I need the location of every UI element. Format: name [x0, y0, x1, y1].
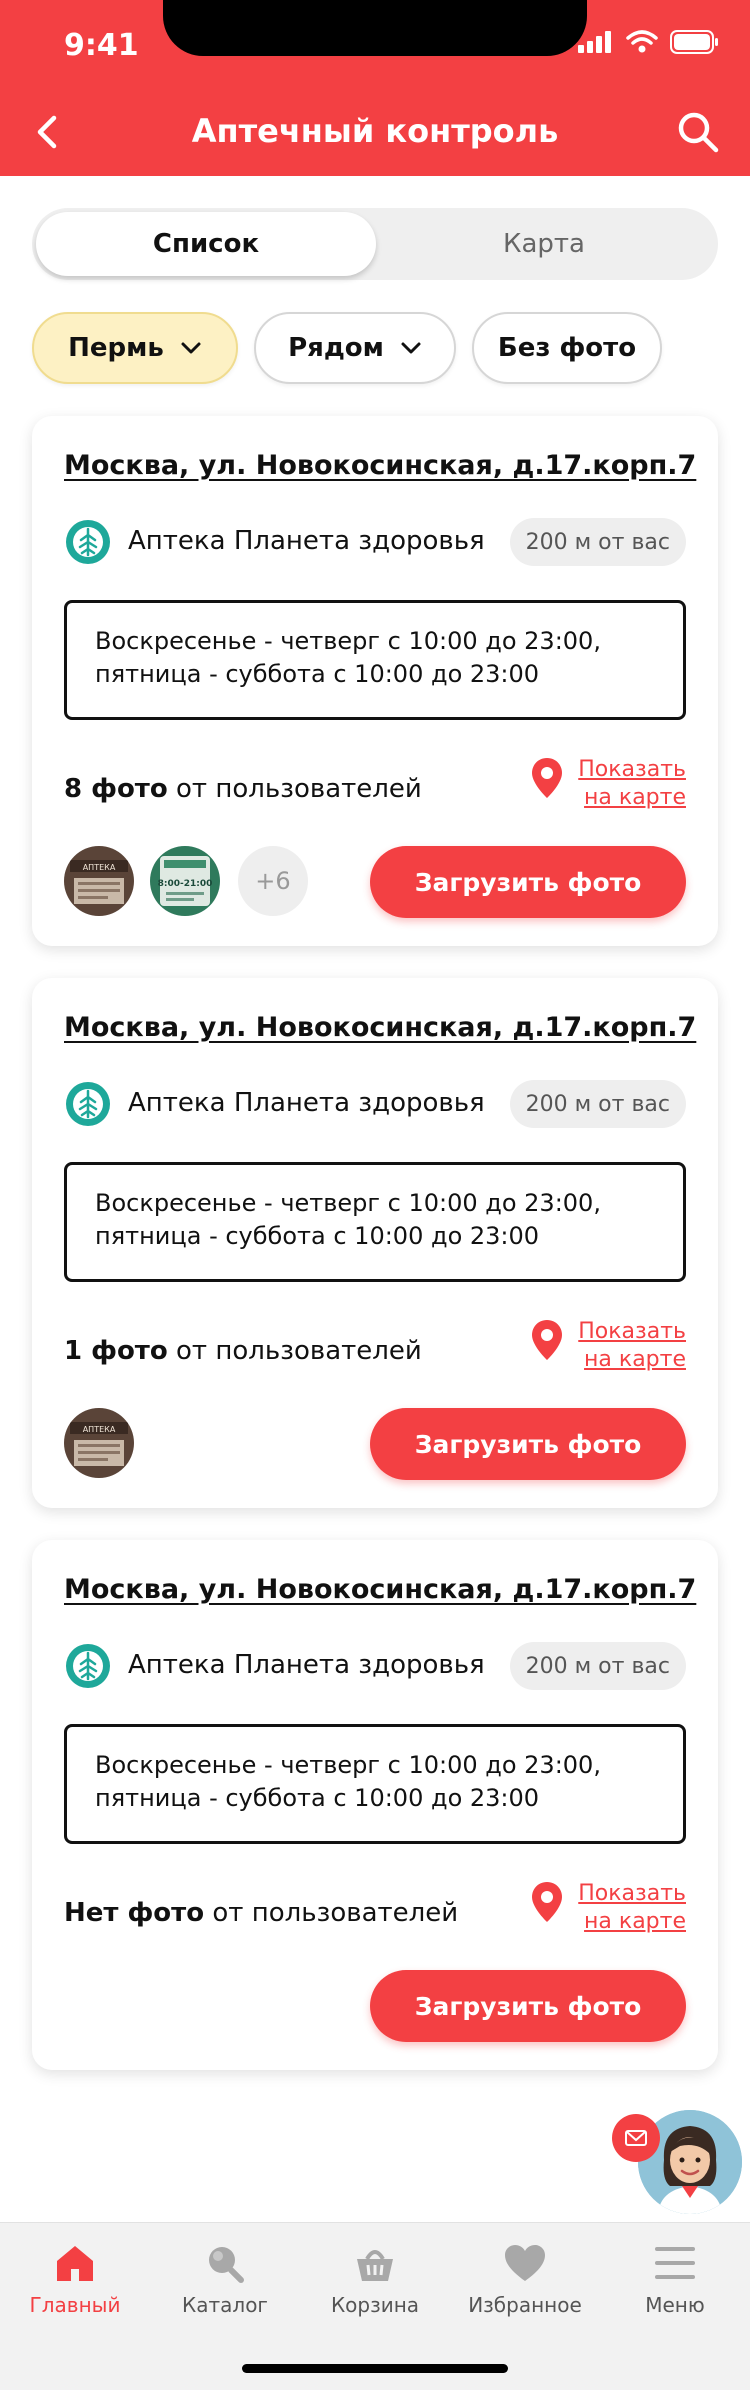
tab-map[interactable]: Карта [374, 212, 714, 276]
user-photo-thumbnail[interactable]: АПТЕКА [64, 1408, 134, 1478]
opening-hours: Воскресенье - четверг с 10:00 до 23:00, … [64, 1724, 686, 1844]
pharmacy-card[interactable]: Москва, ул. Новокосинская, д.17.корп.7 А… [32, 978, 718, 1508]
distance-badge: 200 м от вас [509, 1080, 686, 1128]
photo-sign-text: АПТЕКА [83, 863, 116, 872]
signal-icon [578, 31, 611, 53]
nav-item-cart[interactable]: Корзина [300, 2243, 450, 2317]
filter-city-chip[interactable]: Пермь [32, 312, 238, 384]
upload-photo-button[interactable]: Загрузить фото [370, 1970, 686, 2042]
tab-list[interactable]: Список [36, 212, 376, 276]
home-icon [57, 2246, 93, 2281]
mail-notification-icon[interactable] [612, 2114, 660, 2162]
envelope-icon [625, 2130, 647, 2146]
filter-no-photo-chip[interactable]: Без фото [472, 312, 662, 384]
show-on-map-link[interactable]: Показать на карте [578, 756, 686, 812]
map-pin-icon[interactable] [530, 1318, 564, 1362]
opening-hours: Воскресенье - четверг с 10:00 до 23:00, … [64, 1162, 686, 1282]
basket-icon [357, 2250, 393, 2281]
hours-line: пятница - суббота с 10:00 до 23:00 [95, 1222, 540, 1250]
photo-count-value: 1 фото [64, 1336, 168, 1366]
photo-count: 8 фото от пользователей [64, 774, 422, 804]
user-photo-thumbnail[interactable]: 8:00-21:00 [150, 846, 220, 916]
filter-nearby-chip[interactable]: Рядом [254, 312, 456, 384]
photo-sign-text: АПТЕКА [83, 1425, 116, 1434]
pharmacy-logo-icon [66, 520, 110, 564]
pharmacy-address-link[interactable]: Москва, ул. Новокосинская, д.17.корп.7 [64, 1574, 696, 1605]
pharmacy-card[interactable]: Москва, ул. Новокосинская, д.17.корп.7 А… [32, 416, 718, 946]
pharmacy-logo-icon [66, 1082, 110, 1126]
map-pin-icon[interactable] [530, 1880, 564, 1924]
photo-count-suffix: от пользователей [167, 1336, 422, 1366]
filter-city-label: Пермь [68, 333, 164, 363]
nav-label: Каталог [182, 2293, 268, 2317]
photo-count: 1 фото от пользователей [64, 1336, 422, 1366]
show-on-map-link[interactable]: Показать на карте [578, 1318, 686, 1374]
nav-item-home[interactable]: Главный [0, 2243, 150, 2317]
hours-line: Воскресенье - четверг с 10:00 до 23:00, [95, 1189, 601, 1217]
nav-item-favorites[interactable]: Избранное [450, 2243, 600, 2317]
nav-item-catalog[interactable]: Каталог [150, 2243, 300, 2317]
user-photo-thumbnail[interactable]: АПТЕКА [64, 846, 134, 916]
nav-item-menu[interactable]: Меню [600, 2243, 750, 2317]
photo-pharmacy-sign-image: АПТЕКА [64, 846, 134, 916]
page-title: Аптечный контроль [191, 112, 559, 150]
hours-line: пятница - суббота с 10:00 до 23:00 [95, 1784, 540, 1812]
pharmacy-name: Аптека Планета здоровья [128, 1650, 485, 1680]
chevron-down-icon [181, 342, 201, 354]
distance-badge: 200 м от вас [509, 518, 686, 566]
show-on-map-line: Показать [578, 1319, 686, 1344]
photo-count-suffix: от пользователей [204, 1898, 459, 1928]
photo-count: Нет фото от пользователей [64, 1898, 458, 1928]
show-on-map-line: на карте [584, 785, 686, 810]
upload-photo-button[interactable]: Загрузить фото [370, 846, 686, 918]
chevron-down-icon [401, 342, 421, 354]
pharmacy-card[interactable]: Москва, ул. Новокосинская, д.17.корп.7 А… [32, 1540, 718, 2070]
opening-hours: Воскресенье - четверг с 10:00 до 23:00, … [64, 600, 686, 720]
upload-photo-button[interactable]: Загрузить фото [370, 1408, 686, 1480]
hours-line: Воскресенье - четверг с 10:00 до 23:00, [95, 627, 601, 655]
heart-icon [505, 2245, 545, 2281]
photo-hours-sign-image: 8:00-21:00 [150, 846, 220, 916]
home-indicator [242, 2364, 508, 2373]
wifi-icon [626, 30, 658, 53]
show-on-map-line: Показать [578, 1881, 686, 1906]
photo-hours-text: 8:00-21:00 [158, 879, 213, 889]
status-icons [578, 30, 720, 54]
photo-count-suffix: от пользователей [167, 774, 422, 804]
nav-label: Меню [645, 2293, 705, 2317]
battery-icon [670, 30, 718, 54]
show-on-map-link[interactable]: Показать на карте [578, 1880, 686, 1936]
filter-nearby-label: Рядом [288, 333, 384, 363]
view-switcher: Список Карта [32, 208, 718, 280]
menu-icon [655, 2247, 695, 2279]
nav-label: Корзина [330, 2293, 420, 2317]
filter-no-photo-label: Без фото [497, 333, 637, 363]
pharmacy-address-link[interactable]: Москва, ул. Новокосинская, д.17.корп.7 [64, 450, 696, 481]
app-header: 9:41 Аптечный контроль [0, 0, 750, 176]
nav-label: Главный [29, 2293, 121, 2317]
status-time: 9:41 [64, 28, 139, 63]
photo-count-value: 8 фото [64, 774, 168, 804]
photo-pharmacy-sign-image: АПТЕКА [64, 1408, 134, 1478]
device-notch [163, 0, 587, 56]
pharmacy-name: Аптека Планета здоровья [128, 1088, 485, 1118]
show-on-map-line: на карте [584, 1909, 686, 1934]
show-on-map-line: Показать [578, 757, 686, 782]
catalog-search-icon [209, 2247, 244, 2283]
show-on-map-line: на карте [584, 1347, 686, 1372]
nav-label: Избранное [468, 2293, 582, 2317]
search-icon[interactable] [676, 110, 720, 154]
pharmacy-logo-icon [66, 1644, 110, 1688]
photo-count-value: Нет фото [64, 1898, 205, 1928]
hours-line: пятница - суббота с 10:00 до 23:00 [95, 660, 540, 688]
more-photos-badge[interactable]: +6 [238, 846, 308, 916]
pharmacy-name: Аптека Планета здоровья [128, 526, 485, 556]
distance-badge: 200 м от вас [509, 1642, 686, 1690]
hours-line: Воскресенье - четверг с 10:00 до 23:00, [95, 1751, 601, 1779]
pharmacy-address-link[interactable]: Москва, ул. Новокосинская, д.17.корп.7 [64, 1012, 696, 1043]
map-pin-icon[interactable] [530, 756, 564, 800]
